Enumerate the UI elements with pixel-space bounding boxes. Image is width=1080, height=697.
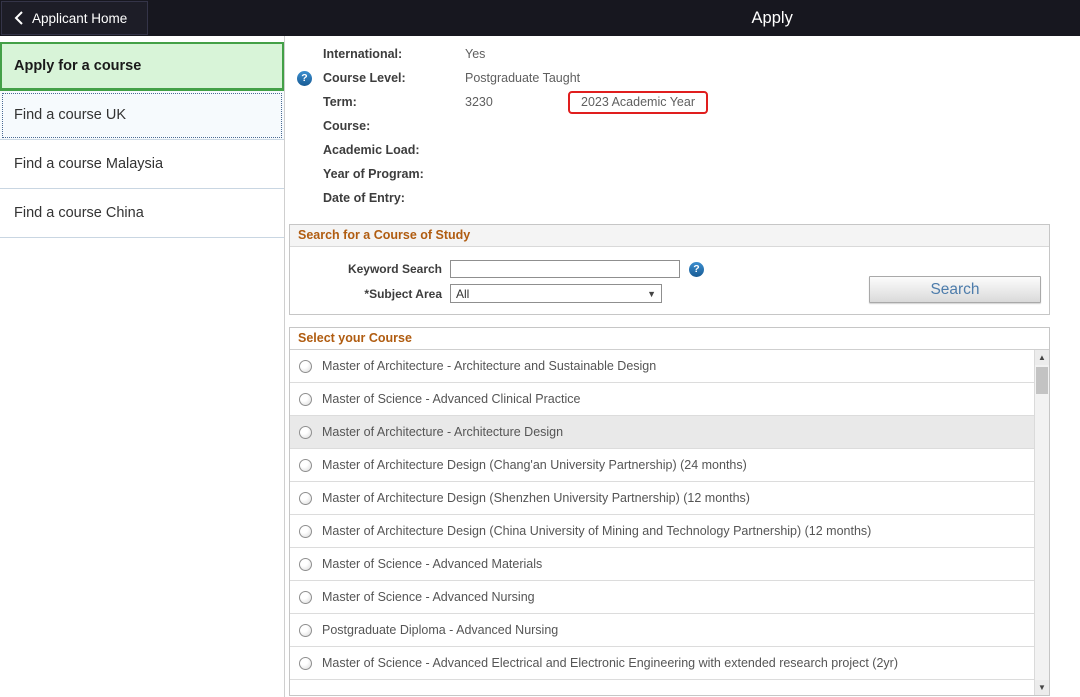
field-label: Term:: [323, 95, 465, 109]
course-list: Master of Architecture - Architecture an…: [290, 350, 1049, 695]
help-slot: ?: [297, 143, 323, 158]
search-button-label: Search: [930, 281, 979, 299]
scrollbar-thumb[interactable]: [1036, 367, 1048, 394]
keyword-help-icon[interactable]: ?: [689, 262, 704, 277]
course-panel: Select your Course Master of Architectur…: [289, 327, 1050, 696]
course-option-row[interactable]: Master of Science - Advanced Materials: [290, 548, 1034, 581]
help-slot: ?: [297, 95, 323, 110]
radio-button-icon[interactable]: [299, 360, 312, 373]
sidebar: Apply for a course Find a course UK Find…: [0, 36, 285, 697]
help-slot: ?: [297, 119, 323, 134]
summary-field-row: ? International: Yes: [297, 42, 1080, 66]
page-title: Apply: [752, 9, 793, 28]
main-area: ? International: Yes ? Course Level: Pos…: [285, 36, 1080, 697]
content-layout: Apply for a course Find a course UK Find…: [0, 36, 1080, 697]
course-list-scrollbar[interactable]: ▲ ▼: [1034, 350, 1049, 695]
summary-field-row: ? Academic Load:: [297, 138, 1080, 162]
course-option-row[interactable]: Master of Architecture Design (Chang'an …: [290, 449, 1034, 482]
course-option-row[interactable]: Master of Architecture - Architecture an…: [290, 350, 1034, 383]
course-option-label: Master of Architecture - Architecture De…: [322, 425, 563, 439]
radio-button-icon[interactable]: [299, 624, 312, 637]
radio-button-icon[interactable]: [299, 393, 312, 406]
radio-button-icon[interactable]: [299, 426, 312, 439]
summary-field-row: ? Course:: [297, 114, 1080, 138]
back-chevron-icon: [14, 11, 23, 25]
field-label: Course Level:: [323, 71, 465, 85]
field-label: Date of Entry:: [323, 191, 465, 205]
course-list-rows: Master of Architecture - Architecture an…: [290, 350, 1034, 680]
select-dropdown-arrow-icon: ▼: [647, 289, 656, 299]
sidebar-item-apply-for-a-course[interactable]: Apply for a course: [0, 42, 284, 91]
help-slot: ?: [297, 167, 323, 182]
course-option-label: Master of Science - Advanced Electrical …: [322, 656, 898, 670]
help-slot: ?: [297, 191, 323, 206]
radio-button-icon[interactable]: [299, 657, 312, 670]
field-label: Course:: [323, 119, 465, 133]
course-option-row[interactable]: Master of Science - Advanced Nursing: [290, 581, 1034, 614]
course-option-label: Master of Architecture Design (Chang'an …: [322, 458, 747, 472]
search-panel: Search for a Course of Study Keyword Sea…: [289, 224, 1050, 315]
keyword-search-input[interactable]: [450, 260, 680, 278]
field-value: 3230: [465, 95, 568, 109]
summary-field-row: ? Course Level: Postgraduate Taught: [297, 66, 1080, 90]
course-panel-title: Select your Course: [290, 328, 1049, 350]
sidebar-item-label: Find a course Malaysia: [14, 156, 163, 172]
radio-button-icon[interactable]: [299, 459, 312, 472]
search-panel-title: Search for a Course of Study: [290, 225, 1049, 247]
course-option-row[interactable]: Master of Architecture Design (Shenzhen …: [290, 482, 1034, 515]
sidebar-item-find-a-course-uk[interactable]: Find a course UK: [0, 91, 284, 140]
help-slot: ?: [297, 47, 323, 62]
field-value: Postgraduate Taught: [465, 71, 580, 85]
search-button[interactable]: Search: [869, 276, 1041, 303]
course-option-row[interactable]: Postgraduate Diploma - Advanced Nursing: [290, 614, 1034, 647]
radio-button-icon[interactable]: [299, 558, 312, 571]
summary-field-row: ? Year of Program:: [297, 162, 1080, 186]
radio-button-icon[interactable]: [299, 591, 312, 604]
summary-field-row: ? Term: 3230 2023 Academic Year: [297, 90, 1080, 114]
field-label: Academic Load:: [323, 143, 465, 157]
back-button-label: Applicant Home: [32, 11, 127, 26]
course-option-row[interactable]: Master of Science - Advanced Electrical …: [290, 647, 1034, 680]
scrollbar-up-arrow-icon[interactable]: ▲: [1035, 350, 1049, 365]
search-panel-body: Keyword Search ? *Subject Area All ▼ Sea…: [290, 247, 1049, 314]
course-option-label: Master of Architecture - Architecture an…: [322, 359, 656, 373]
field-value: Yes: [465, 47, 485, 61]
field-label: Year of Program:: [323, 167, 465, 181]
top-bar: Applicant Home Apply: [0, 0, 1080, 36]
course-option-label: Master of Architecture Design (Shenzhen …: [322, 491, 750, 505]
course-option-row[interactable]: Master of Science - Advanced Clinical Pr…: [290, 383, 1034, 416]
subject-area-label: *Subject Area: [290, 287, 450, 301]
subject-area-selected-value: All: [456, 287, 469, 301]
radio-button-icon[interactable]: [299, 492, 312, 505]
course-option-label: Master of Science - Advanced Clinical Pr…: [322, 392, 580, 406]
sidebar-item-find-a-course-malaysia[interactable]: Find a course Malaysia: [0, 140, 284, 189]
sidebar-item-find-a-course-china[interactable]: Find a course China: [0, 189, 284, 238]
course-option-label: Master of Architecture Design (China Uni…: [322, 524, 871, 538]
sidebar-item-label: Apply for a course: [14, 58, 141, 74]
subject-area-select[interactable]: All ▼: [450, 284, 662, 303]
course-option-label: Master of Science - Advanced Materials: [322, 557, 542, 571]
term-highlight: 2023 Academic Year: [568, 91, 708, 114]
help-icon[interactable]: ?: [297, 71, 312, 86]
course-option-row[interactable]: Master of Architecture - Architecture De…: [290, 416, 1034, 449]
radio-button-icon[interactable]: [299, 525, 312, 538]
course-option-label: Master of Science - Advanced Nursing: [322, 590, 535, 604]
course-option-label: Postgraduate Diploma - Advanced Nursing: [322, 623, 558, 637]
scrollbar-down-arrow-icon[interactable]: ▼: [1035, 680, 1049, 695]
field-label: International:: [323, 47, 465, 61]
summary-panel: ? International: Yes ? Course Level: Pos…: [297, 42, 1080, 210]
keyword-search-label: Keyword Search: [290, 262, 450, 276]
sidebar-item-label: Find a course UK: [14, 107, 126, 123]
back-button[interactable]: Applicant Home: [1, 1, 148, 35]
summary-field-row: ? Date of Entry:: [297, 186, 1080, 210]
sidebar-item-label: Find a course China: [14, 205, 144, 221]
term-description: 2023 Academic Year: [581, 95, 695, 109]
help-slot: ?: [297, 71, 323, 86]
course-option-row[interactable]: Master of Architecture Design (China Uni…: [290, 515, 1034, 548]
